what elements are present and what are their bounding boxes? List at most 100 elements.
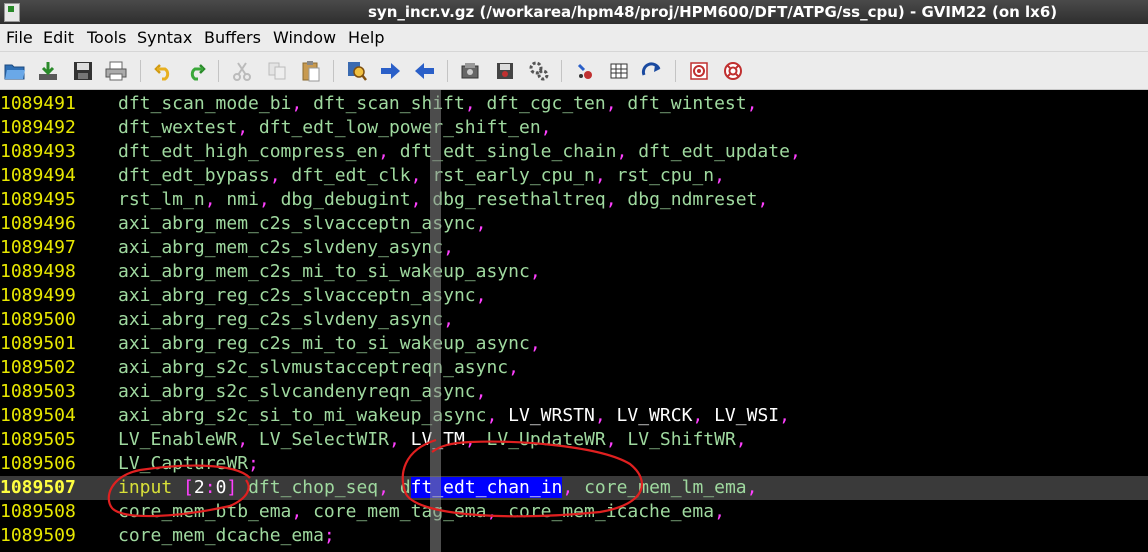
code-line[interactable]: 1089492 dft_wextest, dft_edt_low_power_sh…	[0, 116, 1148, 140]
shell-icon[interactable]	[607, 59, 631, 83]
code-line[interactable]: 1089498 axi_abrg_mem_c2s_mi_to_si_wakeup_…	[0, 260, 1148, 284]
cut-icon[interactable]	[230, 59, 254, 83]
line-number: 1089491	[0, 93, 76, 114]
identifier: axi_abrg_reg_c2s_mi_to_si_wakeup_async	[118, 333, 530, 354]
line-code: core_mem_dcache_ema;	[118, 524, 335, 548]
line-code: axi_abrg_mem_c2s_slvacceptn_async,	[118, 212, 486, 236]
identifier: dft_edt_single_chain	[399, 141, 617, 162]
line-code: axi_abrg_s2c_slvcandenyreqn_async,	[118, 380, 486, 404]
replace-icon[interactable]	[345, 59, 369, 83]
window-title: syn_incr.v.gz (/workarea/hpm48/proj/HPM6…	[368, 3, 1058, 21]
punctuation: ;	[323, 525, 335, 546]
menu-tools[interactable]: Tools	[87, 28, 126, 47]
code-line[interactable]: 1089495 rst_lm_n, nmi, dbg_debugint, dbg_…	[0, 188, 1148, 212]
menu-edit[interactable]: Edit	[43, 28, 74, 47]
port-name: LV_WRCK	[616, 405, 693, 426]
identifier: axi_abrg_s2c_si_to_mi_wakeup_async	[118, 405, 487, 426]
undo-icon[interactable]	[152, 59, 176, 83]
code-line[interactable]: 1089499 axi_abrg_reg_c2s_slvacceptn_async…	[0, 284, 1148, 308]
identifier: dbg_resethaltreq	[432, 189, 606, 210]
line-code: axi_abrg_mem_c2s_mi_to_si_wakeup_async,	[118, 260, 541, 284]
punctuation: ,	[443, 309, 454, 330]
make-icon[interactable]	[573, 59, 597, 83]
line-code: axi_abrg_reg_c2s_slvdeny_async,	[118, 308, 454, 332]
identifier: axi_abrg_mem_c2s_slvacceptn_async	[118, 213, 476, 234]
code-line[interactable]: 1089497 axi_abrg_mem_c2s_slvdeny_async,	[0, 236, 1148, 260]
punctuation: ,	[378, 141, 400, 162]
save-session-icon[interactable]	[493, 59, 517, 83]
identifier: rst_early_cpu_n	[432, 165, 595, 186]
number: 2	[193, 477, 205, 498]
redo-icon[interactable]	[184, 59, 208, 83]
help-icon[interactable]	[687, 59, 711, 83]
punctuation: ,	[508, 357, 519, 378]
identifier: dft_edt_low_power_shift_en	[258, 117, 541, 138]
line-number: 1089503	[0, 381, 76, 402]
code-line[interactable]: 1089496 axi_abrg_mem_c2s_slvacceptn_async…	[0, 212, 1148, 236]
punctuation: ,	[475, 213, 487, 234]
code-line[interactable]: 1089494 dft_edt_bypass, dft_edt_clk, rst_…	[0, 164, 1148, 188]
toolbar-separator	[218, 60, 219, 82]
line-code: axi_abrg_reg_c2s_slvacceptn_async,	[118, 284, 486, 308]
line-code: dft_edt_bypass, dft_edt_clk, rst_early_c…	[118, 164, 725, 188]
punctuation: ,	[410, 189, 433, 210]
menu-syntax[interactable]: Syntax	[137, 28, 192, 47]
code-line[interactable]: 1089508 core_mem_btb_ema, core_mem_tag_em…	[0, 500, 1148, 524]
forward-arrow-icon[interactable]	[378, 59, 402, 83]
back-arrow-icon[interactable]	[413, 59, 437, 83]
code-line[interactable]: 1089500 axi_abrg_reg_c2s_slvdeny_async,	[0, 308, 1148, 332]
identifier: nmi	[226, 189, 259, 210]
code-line[interactable]: 1089505 LV_EnableWR, LV_SelectWIR, LV_TM,…	[0, 428, 1148, 452]
punctuation: ,	[594, 405, 617, 426]
current-line[interactable]: 1089507 input [2:0] dft_chop_seq, dft_edt…	[0, 476, 1148, 500]
line-number: 1089507	[0, 477, 76, 498]
menu-help[interactable]: Help	[348, 28, 384, 47]
menu-window[interactable]: Window	[273, 28, 336, 47]
code-line[interactable]: 1089502 axi_abrg_s2c_slvmustacceptreqn_as…	[0, 356, 1148, 380]
code-line[interactable]: 1089491 dft_scan_mode_bi, dft_scan_shift,…	[0, 92, 1148, 116]
punctuation: ,	[594, 165, 617, 186]
code-line[interactable]: 1089503 axi_abrg_s2c_slvcandenyreqn_async…	[0, 380, 1148, 404]
identifier: LV_EnableWR	[118, 429, 238, 450]
punctuation: ,	[779, 405, 790, 426]
punctuation: ,	[746, 477, 758, 498]
print-icon[interactable]	[104, 59, 128, 83]
port-name: LV_TM	[410, 429, 465, 450]
open-icon[interactable]	[3, 59, 27, 83]
menu-file[interactable]: File	[6, 28, 33, 47]
code-line[interactable]: 1089504 axi_abrg_s2c_si_to_mi_wakeup_asyn…	[0, 404, 1148, 428]
code-line[interactable]: 1089493 dft_edt_high_compress_en, dft_edt…	[0, 140, 1148, 164]
run-script-icon[interactable]	[527, 59, 551, 83]
punctuation: ,	[692, 405, 715, 426]
menu-buffers[interactable]: Buffers	[204, 28, 261, 47]
identifier: core_mem_icache_ema	[508, 501, 715, 522]
identifier: dft_wextest	[118, 117, 238, 138]
code-line[interactable]: 1089501 axi_abrg_reg_c2s_mi_to_si_wakeup_…	[0, 332, 1148, 356]
gvim-app-icon[interactable]	[4, 3, 20, 22]
identifier: LV_SelectWIR	[258, 429, 389, 450]
save-download-icon[interactable]	[36, 59, 60, 83]
editor-buffer[interactable]: 1089491 dft_scan_mode_bi, dft_scan_shift,…	[0, 90, 1148, 552]
identifier: dbg_debugint	[280, 189, 411, 210]
identifier: dbg_ndmreset	[627, 189, 758, 210]
paste-icon[interactable]	[299, 59, 323, 83]
toolbar-separator	[447, 60, 448, 82]
load-session-icon[interactable]	[458, 59, 482, 83]
code-line[interactable]: 1089506 LV_CaptureWR;	[0, 452, 1148, 476]
selected-text: ft_edt_chan_in	[410, 477, 563, 498]
punctuation: ,	[714, 165, 725, 186]
toolbar-separator	[675, 60, 676, 82]
punctuation: ,	[605, 189, 628, 210]
code-line[interactable]: 1089509 core_mem_dcache_ema;	[0, 524, 1148, 548]
port-name: LV_WRSTN	[508, 405, 595, 426]
line-code: dft_edt_high_compress_en, dft_edt_single…	[118, 140, 801, 164]
keyword: input	[118, 477, 173, 498]
tag-jump-icon[interactable]	[640, 59, 664, 83]
line-code: LV_CaptureWR;	[118, 452, 259, 476]
punctuation: ,	[204, 189, 227, 210]
find-help-icon[interactable]	[721, 59, 745, 83]
copy-icon[interactable]	[265, 59, 289, 83]
save-icon[interactable]	[71, 59, 95, 83]
identifier: dft_scan_shift	[313, 93, 465, 114]
punctuation: ,	[475, 381, 487, 402]
